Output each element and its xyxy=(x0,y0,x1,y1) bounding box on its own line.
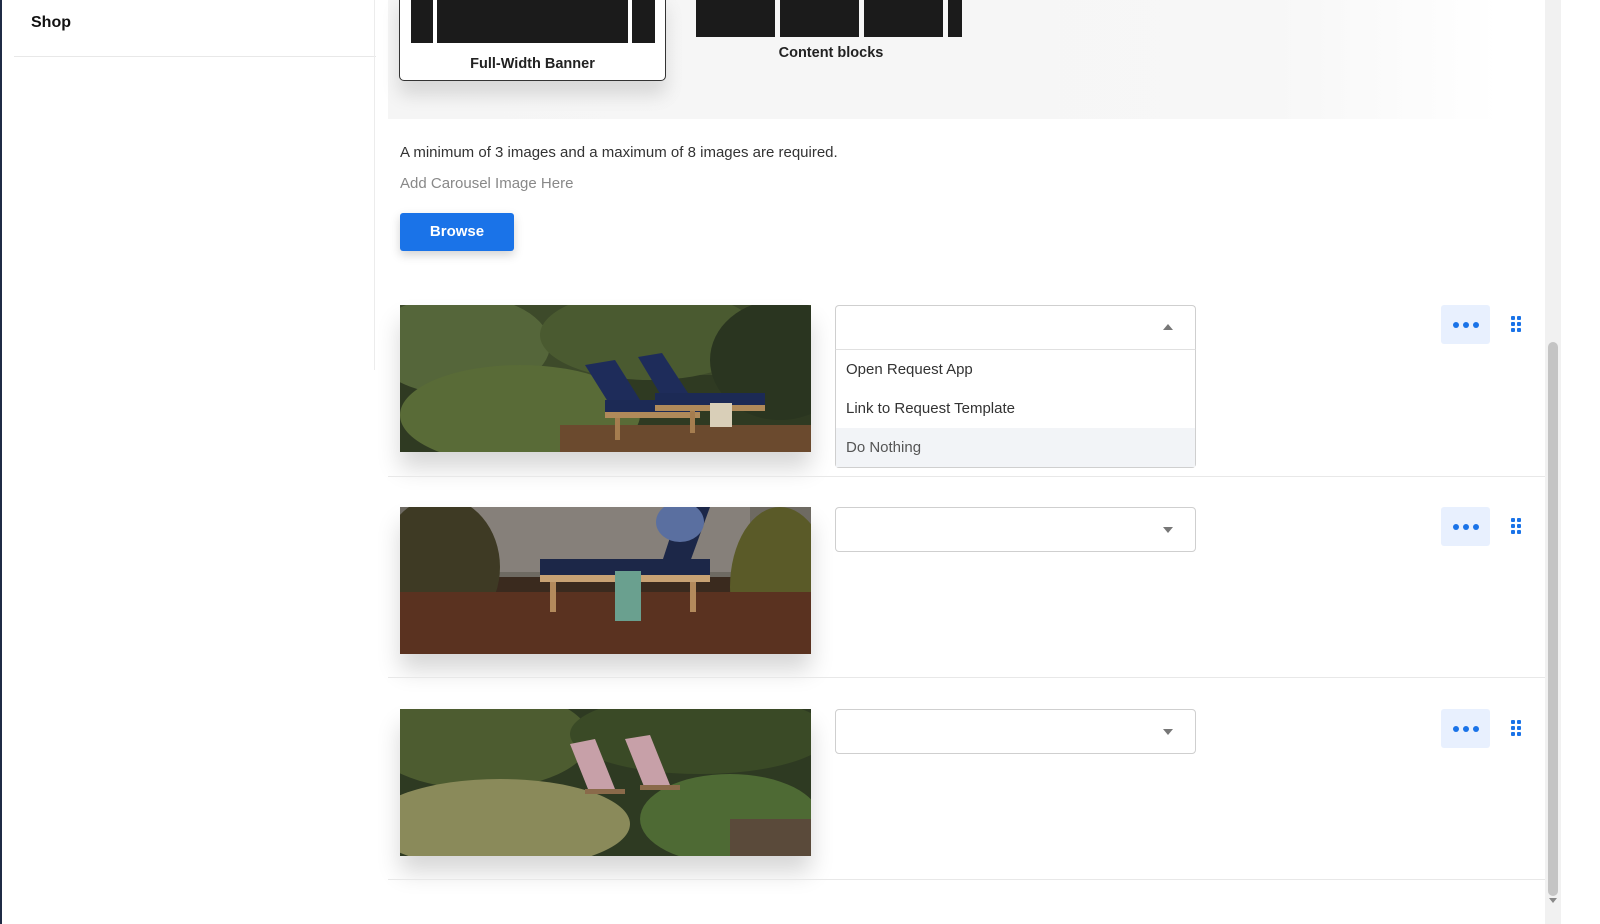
sidebar: Shop xyxy=(2,0,376,924)
layout-options-panel: Full-Width Banner Content blocks xyxy=(388,0,1500,119)
carousel-image-thumbnail xyxy=(400,507,811,654)
more-horizontal-icon xyxy=(1453,524,1459,530)
drag-handle-icon[interactable] xyxy=(1509,718,1523,736)
sidebar-divider xyxy=(374,0,375,370)
more-options-button[interactable] xyxy=(1441,709,1490,748)
layout-option-label[interactable]: Content blocks xyxy=(776,45,886,61)
drag-handle-icon[interactable] xyxy=(1509,516,1523,534)
sidebar-item-label: Shop xyxy=(31,14,71,31)
row-divider xyxy=(388,677,1545,678)
more-options-button[interactable] xyxy=(1441,305,1490,344)
scroll-down-arrow-icon[interactable] xyxy=(1549,898,1557,903)
option-do-nothing[interactable]: Do Nothing xyxy=(836,428,1195,467)
more-horizontal-icon xyxy=(1453,726,1459,732)
option-link-to-request-template[interactable]: Link to Request Template xyxy=(836,389,1195,428)
caret-down-icon xyxy=(1163,729,1173,735)
layout-option-label: Full-Width Banner xyxy=(470,56,595,72)
link-action-select[interactable] xyxy=(835,305,1196,350)
more-horizontal-icon xyxy=(1453,322,1459,328)
image-count-requirement: A minimum of 3 images and a maximum of 8… xyxy=(400,144,838,161)
caret-down-icon xyxy=(1163,527,1173,533)
browse-button[interactable]: Browse xyxy=(400,213,514,251)
add-carousel-image-label: Add Carousel Image Here xyxy=(400,175,574,192)
caret-up-icon xyxy=(1163,324,1173,330)
option-open-request-app[interactable]: Open Request App xyxy=(836,350,1195,389)
layout-option-full-width-banner[interactable]: Full-Width Banner xyxy=(399,0,666,81)
row-divider xyxy=(388,476,1545,477)
link-action-select[interactable] xyxy=(835,507,1196,552)
sidebar-item-shop[interactable]: Shop xyxy=(14,0,376,57)
link-action-select[interactable] xyxy=(835,709,1196,754)
drag-handle-icon[interactable] xyxy=(1509,314,1523,332)
content-blocks-preview[interactable] xyxy=(696,0,962,37)
full-width-banner-preview xyxy=(411,0,655,43)
scrollbar-thumb[interactable] xyxy=(1548,342,1558,896)
right-gutter xyxy=(1561,0,1600,924)
carousel-image-thumbnail xyxy=(400,305,811,452)
link-action-dropdown-menu: Open Request App Link to Request Templat… xyxy=(835,349,1196,468)
more-options-button[interactable] xyxy=(1441,507,1490,546)
carousel-image-thumbnail xyxy=(400,709,811,856)
row-divider xyxy=(388,879,1545,880)
